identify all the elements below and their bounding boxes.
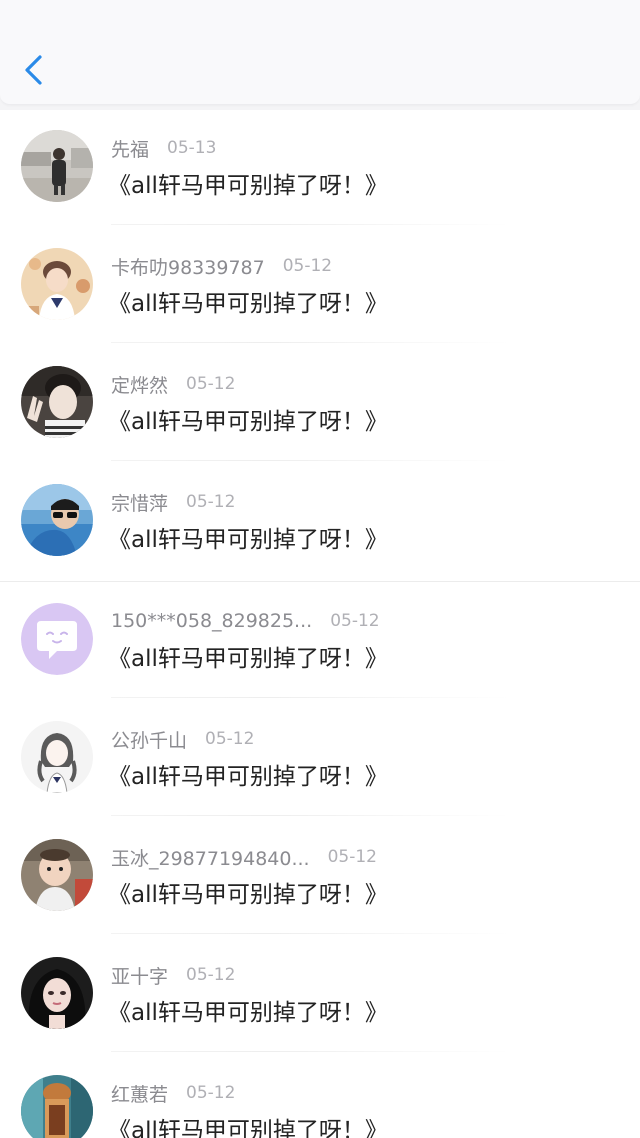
message-date: 05-12 [186,1083,236,1103]
message-date: 05-12 [282,256,333,276]
chevron-left-icon [25,55,42,85]
message-date: 05-12 [327,847,377,867]
item-meta: 玉冰_29877194840... 05-12 [111,843,377,871]
item-meta: 亚十字 05-12 [111,961,235,989]
list-item[interactable]: 宗惜萍 05-12 《all轩马甲可别掉了呀！》 [0,464,640,582]
list-item[interactable]: 红蕙若 05-12 《all轩马甲可别掉了呀！》 [0,1055,640,1138]
message-text[interactable]: 《all轩马甲可别掉了呀！》 [108,166,388,200]
divider [111,342,511,343]
list-item[interactable]: 150***058_829825... 05-12 《all轩马甲可别掉了呀！》 [0,583,640,701]
message-text[interactable]: 《all轩马甲可别掉了呀！》 [108,1111,388,1138]
message-date: 05-12 [186,374,236,394]
user-name[interactable]: 红蕙若 [111,1080,168,1107]
list-item[interactable]: 定烨然 05-12 《all轩马甲可别掉了呀！》 [0,346,640,464]
message-date: 05-12 [330,611,380,631]
item-meta: 宗惜萍 05-12 [111,488,235,516]
item-meta: 卡布叻98339787 05-12 [111,252,332,280]
divider [111,933,511,934]
user-name[interactable]: 先福 [111,135,149,162]
divider [111,224,511,225]
item-meta: 先福 05-13 [111,134,216,162]
user-name[interactable]: 宗惜萍 [111,489,168,516]
avatar[interactable] [21,248,93,320]
message-date: 05-12 [186,965,236,985]
message-date: 05-12 [186,492,236,512]
avatar[interactable] [21,957,93,1029]
top-bar [0,0,640,105]
message-text[interactable]: 《all轩马甲可别掉了呀！》 [108,520,388,554]
user-name[interactable]: 玉冰_29877194840... [111,844,310,871]
message-date: 05-13 [167,138,217,158]
item-meta: 红蕙若 05-12 [111,1079,235,1107]
avatar[interactable] [21,366,93,438]
section-divider [0,581,640,582]
avatar[interactable] [21,130,93,202]
item-meta: 定烨然 05-12 [111,370,235,398]
message-text[interactable]: 《all轩马甲可别掉了呀！》 [108,757,388,791]
message-text[interactable]: 《all轩马甲可别掉了呀！》 [108,639,388,673]
message-text[interactable]: 《all轩马甲可别掉了呀！》 [108,284,388,318]
message-text[interactable]: 《all轩马甲可别掉了呀！》 [108,993,388,1027]
avatar[interactable] [21,484,93,556]
user-name[interactable]: 定烨然 [111,371,168,398]
user-name[interactable]: 卡布叻98339787 [111,253,265,280]
message-date: 05-12 [205,729,255,749]
avatar[interactable] [21,603,93,675]
message-text[interactable]: 《all轩马甲可别掉了呀！》 [108,402,388,436]
list-item[interactable]: 公孙千山 05-12 《all轩马甲可别掉了呀！》 [0,701,640,819]
back-button[interactable] [16,48,52,92]
list-item[interactable]: 先福 05-13 《all轩马甲可别掉了呀！》 [0,110,640,228]
divider [111,460,511,461]
user-name[interactable]: 亚十字 [111,962,168,989]
item-meta: 公孙千山 05-12 [111,725,254,753]
list-item[interactable]: 卡布叻98339787 05-12 《all轩马甲可别掉了呀！》 [0,228,640,346]
avatar[interactable] [21,839,93,911]
avatar[interactable] [21,1075,93,1138]
divider [111,1051,511,1052]
user-name[interactable]: 公孙千山 [111,726,187,753]
message-text[interactable]: 《all轩马甲可别掉了呀！》 [108,875,388,909]
list-item[interactable]: 玉冰_29877194840... 05-12 《all轩马甲可别掉了呀！》 [0,819,640,937]
user-name[interactable]: 150***058_829825... [111,610,312,632]
item-meta: 150***058_829825... 05-12 [111,607,380,635]
divider [111,815,511,816]
list-item[interactable]: 亚十字 05-12 《all轩马甲可别掉了呀！》 [0,937,640,1055]
default-chat-bubble-icon [21,603,93,675]
divider [111,697,511,698]
avatar[interactable] [21,721,93,793]
message-list: 先福 05-13 《all轩马甲可别掉了呀！》 卡布叻98339787 05-1… [0,110,640,1138]
